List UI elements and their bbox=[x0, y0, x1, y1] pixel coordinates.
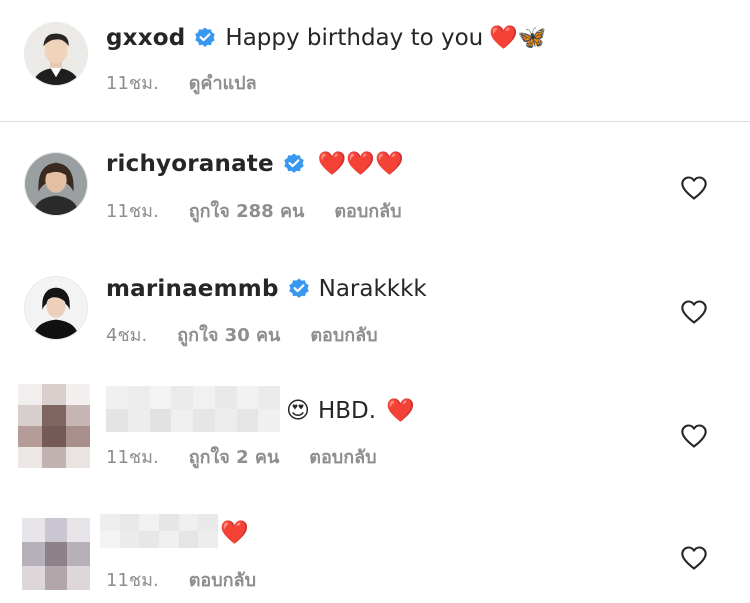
verified-badge-icon bbox=[193, 26, 217, 50]
divider bbox=[0, 121, 750, 122]
comment-time: 4ชม. bbox=[106, 325, 148, 346]
comment-time: 11ชม. bbox=[106, 447, 159, 468]
comment-time: 11ชม. bbox=[106, 73, 159, 94]
comment-username[interactable]: marinaemmb bbox=[106, 276, 279, 302]
comment-text: Happy birthday to you bbox=[225, 24, 484, 51]
pixelated-avatar bbox=[18, 384, 90, 468]
verified-badge-icon bbox=[282, 152, 306, 176]
avatar[interactable] bbox=[24, 276, 88, 340]
pixelated-username bbox=[100, 514, 218, 548]
heart-outline-icon[interactable] bbox=[680, 423, 708, 449]
reply-button[interactable]: ตอบกลับ bbox=[309, 442, 376, 471]
comment-emojis: ❤️ bbox=[220, 520, 249, 546]
comment-username[interactable]: richyoranate bbox=[106, 151, 274, 177]
likes-count[interactable]: ถูกใจ 2 คน bbox=[189, 442, 280, 471]
avatar[interactable] bbox=[24, 22, 88, 86]
comment-time: 11ชม. bbox=[106, 570, 159, 591]
pixelated-username bbox=[106, 386, 280, 432]
reply-button[interactable]: ตอบกลับ bbox=[334, 196, 401, 225]
translate-link[interactable]: ดูคำแปล bbox=[189, 68, 257, 97]
heart-outline-icon[interactable] bbox=[680, 175, 708, 201]
comment-text: HBD. bbox=[317, 397, 377, 424]
likes-count[interactable]: ถูกใจ 30 คน bbox=[177, 320, 280, 349]
comment-text: Narakkkk bbox=[318, 276, 427, 302]
pixelated-avatar bbox=[22, 518, 90, 590]
comment-username[interactable]: gxxod bbox=[106, 25, 185, 51]
reply-button[interactable]: ตอบกลับ bbox=[310, 320, 377, 349]
comment-emojis: ❤️ bbox=[386, 398, 415, 424]
comment-emojis: ❤️❤️❤️ bbox=[317, 151, 404, 177]
heart-outline-icon[interactable] bbox=[680, 299, 708, 325]
likes-count[interactable]: ถูกใจ 288 คน bbox=[189, 196, 305, 225]
comment-time: 11ชม. bbox=[106, 201, 159, 222]
comment-emojis: ❤️🦋 bbox=[489, 25, 547, 51]
heart-outline-icon[interactable] bbox=[680, 545, 708, 571]
comment-emoji-before: 😍 bbox=[286, 397, 310, 424]
avatar[interactable] bbox=[24, 152, 88, 216]
reply-button[interactable]: ตอบกลับ bbox=[189, 565, 256, 594]
verified-badge-icon bbox=[287, 277, 311, 301]
